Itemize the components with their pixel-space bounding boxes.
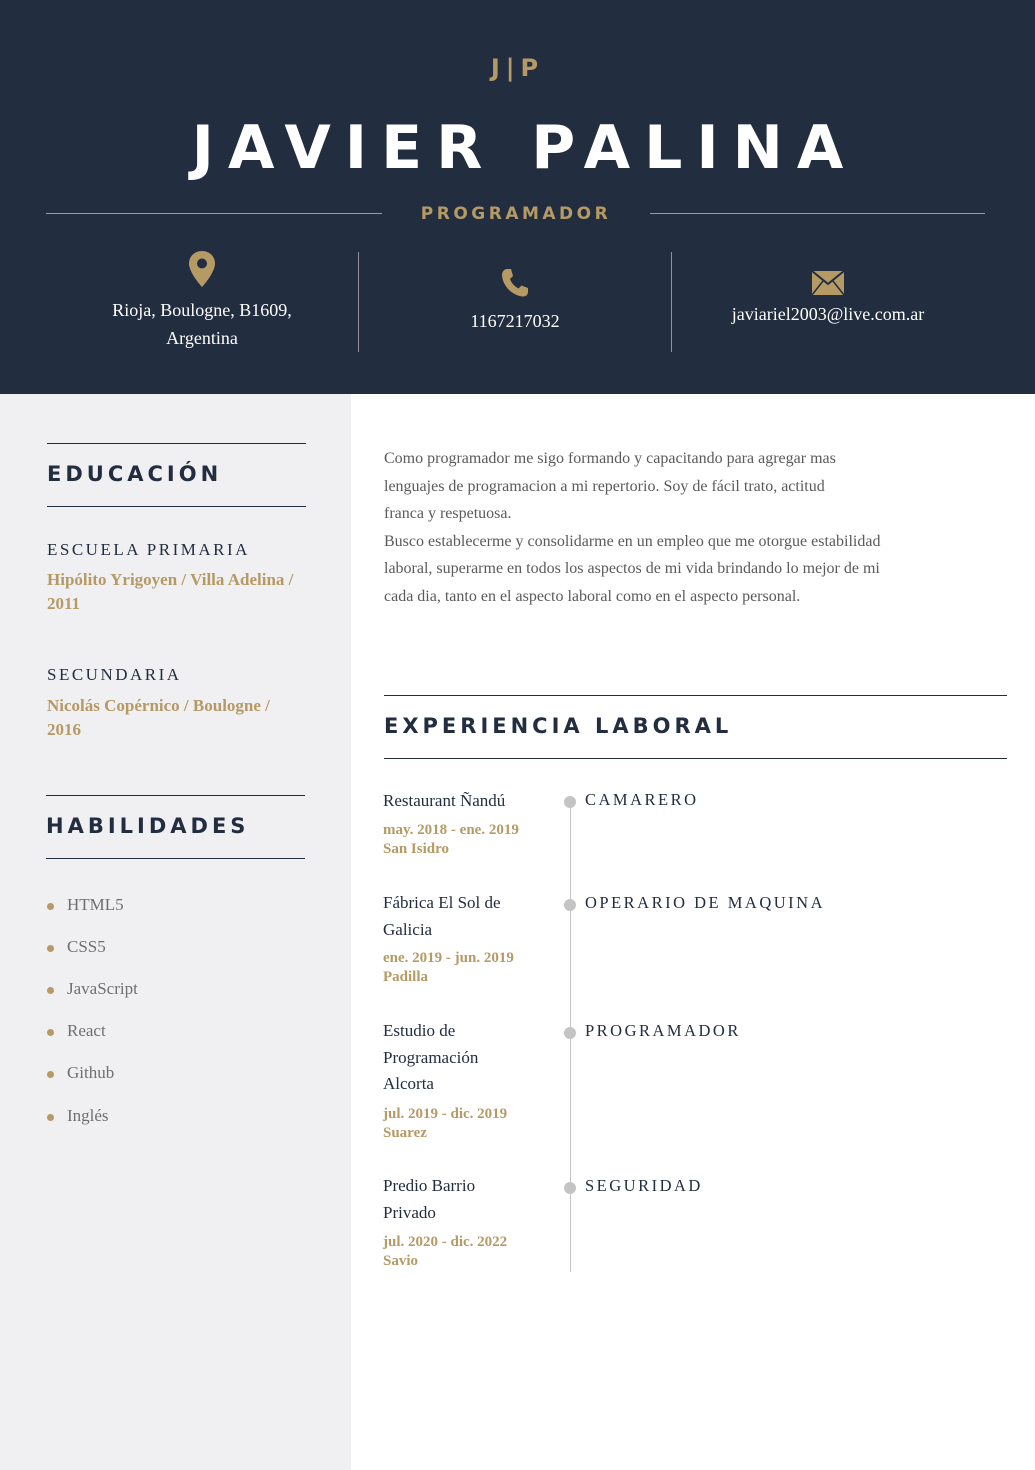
- profile-line: Como programador me sigo formando y capa…: [384, 450, 836, 467]
- header: J|P JAVIER PALINA PROGRAMADOR Rioja, Bou…: [0, 0, 1035, 394]
- job-dates: ene. 2019 - jun. 2019: [383, 950, 514, 966]
- bullet-icon: [47, 903, 54, 910]
- contact-phone: 1167217032: [359, 250, 671, 352]
- profile-line: Busco establecerme y consolidarme en un …: [384, 532, 881, 550]
- address-line-1: Rioja, Boulogne, B1609,: [112, 300, 292, 320]
- skills-divider-top: [46, 795, 305, 796]
- skills-heading: HABILIDADES: [46, 814, 250, 838]
- job-company: Restaurant Ñandú: [383, 791, 506, 810]
- profile-summary: Como programador me sigo formando y capa…: [384, 445, 954, 611]
- profile-line: cada dia, tanto en el aspecto laboral co…: [384, 587, 801, 605]
- job-place: Savio: [383, 1253, 419, 1269]
- title-divider-left: [46, 213, 382, 214]
- profile-line: lenguajes de programacion a mi repertori…: [384, 477, 825, 495]
- job-place: Padilla: [383, 969, 429, 985]
- experience-divider-top: [384, 695, 1007, 696]
- contact-address: Rioja, Boulogne, B1609, Argentina: [46, 250, 358, 352]
- monogram: J|P: [490, 54, 545, 82]
- contact-email: javiariel2003@live.com.ar: [672, 250, 984, 352]
- job-role: SEGURIDAD: [585, 1176, 703, 1195]
- job-dates: jul. 2019 - dic. 2019: [383, 1106, 508, 1122]
- timeline-dot: [564, 1182, 576, 1194]
- education-detail: Nicolás Copérnico / Boulogne / 2016: [47, 696, 270, 739]
- location-pin-icon: [189, 251, 215, 287]
- job-title: PROGRAMADOR: [420, 204, 612, 224]
- job-role: CAMARERO: [585, 790, 699, 809]
- skills-divider-bottom: [46, 858, 305, 859]
- bullet-icon: [47, 987, 54, 994]
- full-name: JAVIER PALINA: [191, 113, 858, 183]
- job-role: PROGRAMADOR: [585, 1021, 741, 1040]
- job-meta: jul. 2019 - dic. 2019 Suarez: [383, 1105, 553, 1143]
- education-level: ESCUELA PRIMARIA: [47, 540, 250, 559]
- bullet-icon: [47, 1114, 54, 1121]
- job-role: OPERARIO DE MAQUINA: [585, 893, 825, 912]
- bullet-icon: [47, 945, 54, 952]
- bullet-icon: [47, 1029, 54, 1036]
- education-divider-top: [47, 443, 306, 444]
- address-line-2: Argentina: [166, 328, 238, 348]
- profile-line: franca y respetuosa.: [384, 505, 512, 523]
- experience-heading: EXPERIENCIA LABORAL: [384, 714, 733, 738]
- education-level: SECUNDARIA: [47, 665, 182, 684]
- phone-icon: [502, 269, 528, 297]
- education-detail: Hipólito Yrigoyen / Villa Adelina / 2011: [47, 570, 294, 613]
- timeline-dot: [564, 796, 576, 808]
- job-dates: may. 2018 - ene. 2019: [383, 822, 519, 838]
- timeline-dot: [564, 899, 576, 911]
- job-company: Predio Barrio Privado: [383, 1176, 476, 1222]
- job-dates: jul. 2020 - dic. 2022: [383, 1234, 508, 1250]
- email-address[interactable]: javiariel2003@live.com.ar: [672, 300, 984, 328]
- timeline-dot: [564, 1027, 576, 1039]
- title-divider-right: [650, 213, 985, 214]
- phone-number[interactable]: 1167217032: [359, 307, 671, 335]
- job-company: Estudio de Programación Alcorta: [383, 1021, 479, 1093]
- experience-divider-bottom: [384, 758, 1007, 759]
- job-place: San Isidro: [383, 841, 450, 857]
- education-divider-bottom: [47, 506, 306, 507]
- job-place: Suarez: [383, 1125, 427, 1141]
- education-heading: EDUCACIÓN: [47, 462, 223, 486]
- job-meta: jul. 2020 - dic. 2022 Savio: [383, 1233, 553, 1271]
- profile-line: laboral, superarme en todos los aspectos…: [384, 560, 880, 578]
- job-meta: ene. 2019 - jun. 2019 Padilla: [383, 949, 553, 987]
- job-company: Fábrica El Sol de Galicia: [383, 893, 501, 939]
- job-meta: may. 2018 - ene. 2019 San Isidro: [383, 821, 553, 859]
- envelope-icon: [811, 270, 845, 296]
- bullet-icon: [47, 1071, 54, 1078]
